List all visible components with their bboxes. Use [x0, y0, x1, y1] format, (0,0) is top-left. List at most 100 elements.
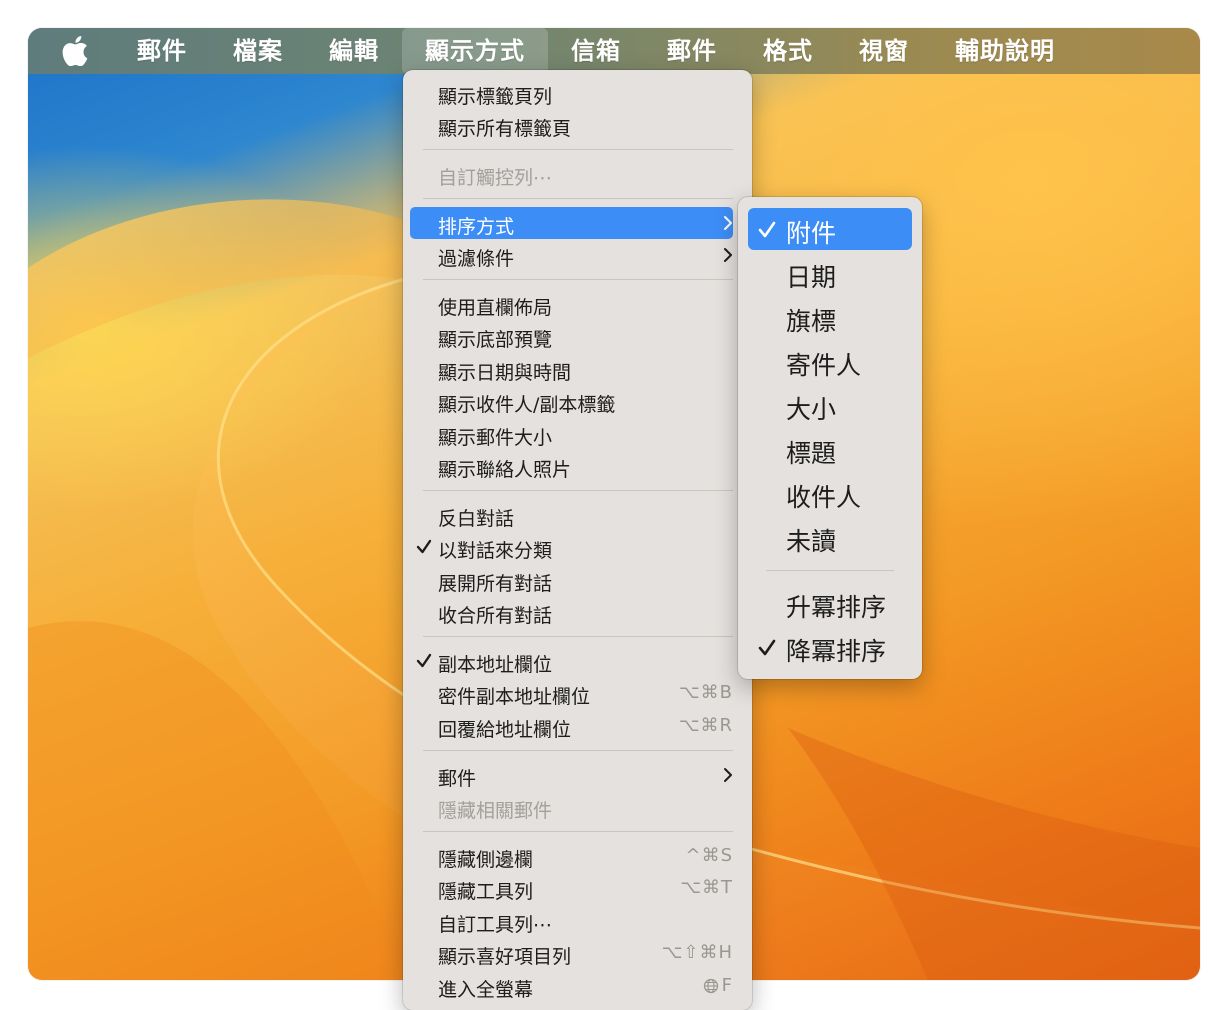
menu-item-label: 顯示日期與時間	[438, 362, 572, 384]
sort-item-unread[interactable]: 未讀	[748, 516, 912, 558]
menu-item-label: 自訂工具列⋯	[438, 914, 553, 936]
sort-item-size[interactable]: 大小	[748, 384, 912, 426]
menu-item-organize-by-conversation[interactable]: 以對話來分類	[410, 531, 733, 563]
chevron-right-icon	[724, 768, 732, 782]
menu-item-sort-by[interactable]: 排序方式	[410, 207, 733, 239]
menu-item-customize-touch-bar[interactable]: 自訂觸控列⋯	[410, 158, 733, 190]
sort-item-label: 旗標	[786, 307, 837, 336]
sort-item-date[interactable]: 日期	[748, 252, 912, 294]
menu-item-show-to-cc-labels[interactable]: 顯示收件人/副本標籤	[410, 385, 733, 417]
chevron-right-icon	[724, 248, 732, 262]
menu-item-hide-sidebar[interactable]: 隱藏側邊欄 ^⌘S	[410, 840, 733, 872]
menu-item-column-layout[interactable]: 使用直欄佈局	[410, 288, 733, 320]
menu-item-label: 隱藏側邊欄	[438, 849, 534, 871]
menu-item-show-favorites-bar[interactable]: 顯示喜好項目列 ⌥⇧⌘H	[410, 937, 733, 969]
menu-item-expand-all-conversations[interactable]: 展開所有對話	[410, 564, 733, 596]
menu-item-customize-toolbar[interactable]: 自訂工具列⋯	[410, 905, 733, 937]
menu-item-show-all-tabs[interactable]: 顯示所有標籤頁	[410, 109, 733, 141]
menu-separator	[423, 198, 733, 199]
sort-item-attachments[interactable]: 附件	[748, 208, 912, 250]
menu-item-label: 副本地址欄位	[438, 654, 553, 676]
shortcut-key: F	[721, 975, 733, 996]
sort-item-subject[interactable]: 標題	[748, 428, 912, 470]
menu-item-label: 自訂觸控列⋯	[438, 167, 553, 189]
sort-item-from[interactable]: 寄件人	[748, 340, 912, 382]
menu-item-bottom-preview[interactable]: 顯示底部預覽	[410, 320, 733, 352]
menu-item-label: 以對話來分類	[438, 540, 553, 562]
menubar-item-mailbox[interactable]: 信箱	[548, 28, 644, 74]
menu-item-bcc-address-field[interactable]: 密件副本地址欄位 ⌥⌘B	[410, 677, 733, 709]
sort-item-to[interactable]: 收件人	[748, 472, 912, 514]
menu-item-hide-related-messages[interactable]: 隱藏相關郵件	[410, 791, 733, 823]
menubar-item-window[interactable]: 視窗	[836, 28, 932, 74]
menu-item-label: 回覆給地址欄位	[438, 719, 572, 741]
menu-bar: 郵件 檔案 編輯 顯示方式 信箱 郵件 格式 視窗 輔助說明	[28, 28, 1200, 74]
sort-item-flags[interactable]: 旗標	[748, 296, 912, 338]
menu-separator	[423, 831, 733, 832]
menu-item-cc-address-field[interactable]: 副本地址欄位	[410, 645, 733, 677]
menu-item-filter-by[interactable]: 過濾條件	[410, 239, 733, 271]
menu-item-label: 收合所有對話	[438, 605, 553, 627]
menu-item-label: 隱藏相關郵件	[438, 800, 553, 822]
menubar-item-message[interactable]: 郵件	[644, 28, 740, 74]
checkmark-icon	[758, 639, 776, 656]
checkmark-icon	[416, 653, 432, 668]
menu-item-show-tab-bar[interactable]: 顯示標籤頁列	[410, 77, 733, 109]
menu-item-hide-toolbar[interactable]: 隱藏工具列 ⌥⌘T	[410, 872, 733, 904]
menu-separator	[423, 750, 733, 751]
menu-item-reply-to-field[interactable]: 回覆給地址欄位 ⌥⌘R	[410, 710, 733, 742]
menubar-item-help[interactable]: 輔助說明	[932, 28, 1078, 74]
sort-item-label: 大小	[786, 395, 837, 424]
menu-item-show-date-time[interactable]: 顯示日期與時間	[410, 353, 733, 385]
checkmark-icon	[416, 539, 432, 554]
menubar-item-mail[interactable]: 郵件	[114, 28, 210, 74]
menu-item-enter-full-screen[interactable]: 進入全螢幕 F	[410, 970, 733, 1002]
sort-item-label: 日期	[786, 263, 837, 292]
menu-item-label: 展開所有對話	[438, 573, 553, 595]
sort-item-label: 附件	[786, 219, 837, 248]
menu-item-show-message-size[interactable]: 顯示郵件大小	[410, 418, 733, 450]
menu-item-label: 隱藏工具列	[438, 881, 534, 903]
checkmark-icon	[758, 221, 776, 238]
menu-separator	[423, 636, 733, 637]
menu-item-message[interactable]: 郵件	[410, 759, 733, 791]
menubar-item-view[interactable]: 顯示方式	[402, 28, 548, 74]
menu-item-label: 密件副本地址欄位	[438, 686, 591, 708]
menu-item-label: 過濾條件	[438, 248, 515, 270]
menu-item-label: 顯示聯絡人照片	[438, 459, 572, 481]
apple-logo-icon[interactable]	[62, 35, 92, 67]
sort-item-label: 標題	[786, 439, 837, 468]
keyboard-shortcut: ⌥⌘B	[678, 682, 733, 703]
menu-item-label: 顯示所有標籤頁	[438, 118, 572, 140]
menu-item-label: 顯示底部預覽	[438, 329, 553, 351]
sort-by-submenu: 附件 日期 旗標 寄件人 大小 標題 收件人 未讀 升冪排序 降冪排序	[738, 197, 922, 679]
menu-separator	[423, 279, 733, 280]
menu-item-collapse-all-conversations[interactable]: 收合所有對話	[410, 596, 733, 628]
menu-item-label: 使用直欄佈局	[438, 297, 553, 319]
menu-item-show-contact-photos[interactable]: 顯示聯絡人照片	[410, 450, 733, 482]
menu-item-label: 顯示收件人/副本標籤	[438, 394, 616, 416]
keyboard-shortcut: ⌥⌘T	[680, 877, 733, 898]
menu-item-highlight-conversations[interactable]: 反白對話	[410, 499, 733, 531]
menubar-item-edit[interactable]: 編輯	[306, 28, 402, 74]
menu-item-label: 郵件	[438, 768, 477, 790]
menu-item-label: 顯示標籤頁列	[438, 86, 553, 108]
menu-item-label: 顯示郵件大小	[438, 427, 553, 449]
sort-item-label: 升冪排序	[786, 593, 887, 622]
sort-item-label: 未讀	[786, 527, 837, 556]
keyboard-shortcut: ⌥⇧⌘H	[661, 942, 733, 963]
sort-item-label: 降冪排序	[786, 637, 887, 666]
view-menu: 顯示標籤頁列 顯示所有標籤頁 自訂觸控列⋯ 排序方式 過濾條件 使用直欄佈局 顯…	[403, 70, 752, 1010]
chevron-right-icon	[724, 216, 732, 230]
menubar-item-format[interactable]: 格式	[740, 28, 836, 74]
sort-item-descending[interactable]: 降冪排序	[748, 626, 912, 668]
menu-separator	[766, 570, 894, 571]
keyboard-shortcut: F	[703, 975, 733, 996]
menu-item-label: 排序方式	[438, 216, 515, 238]
menu-separator	[423, 149, 733, 150]
sort-item-label: 收件人	[786, 483, 862, 512]
globe-icon	[703, 978, 718, 994]
sort-item-label: 寄件人	[786, 351, 862, 380]
menubar-item-file[interactable]: 檔案	[210, 28, 306, 74]
sort-item-ascending[interactable]: 升冪排序	[748, 582, 912, 624]
